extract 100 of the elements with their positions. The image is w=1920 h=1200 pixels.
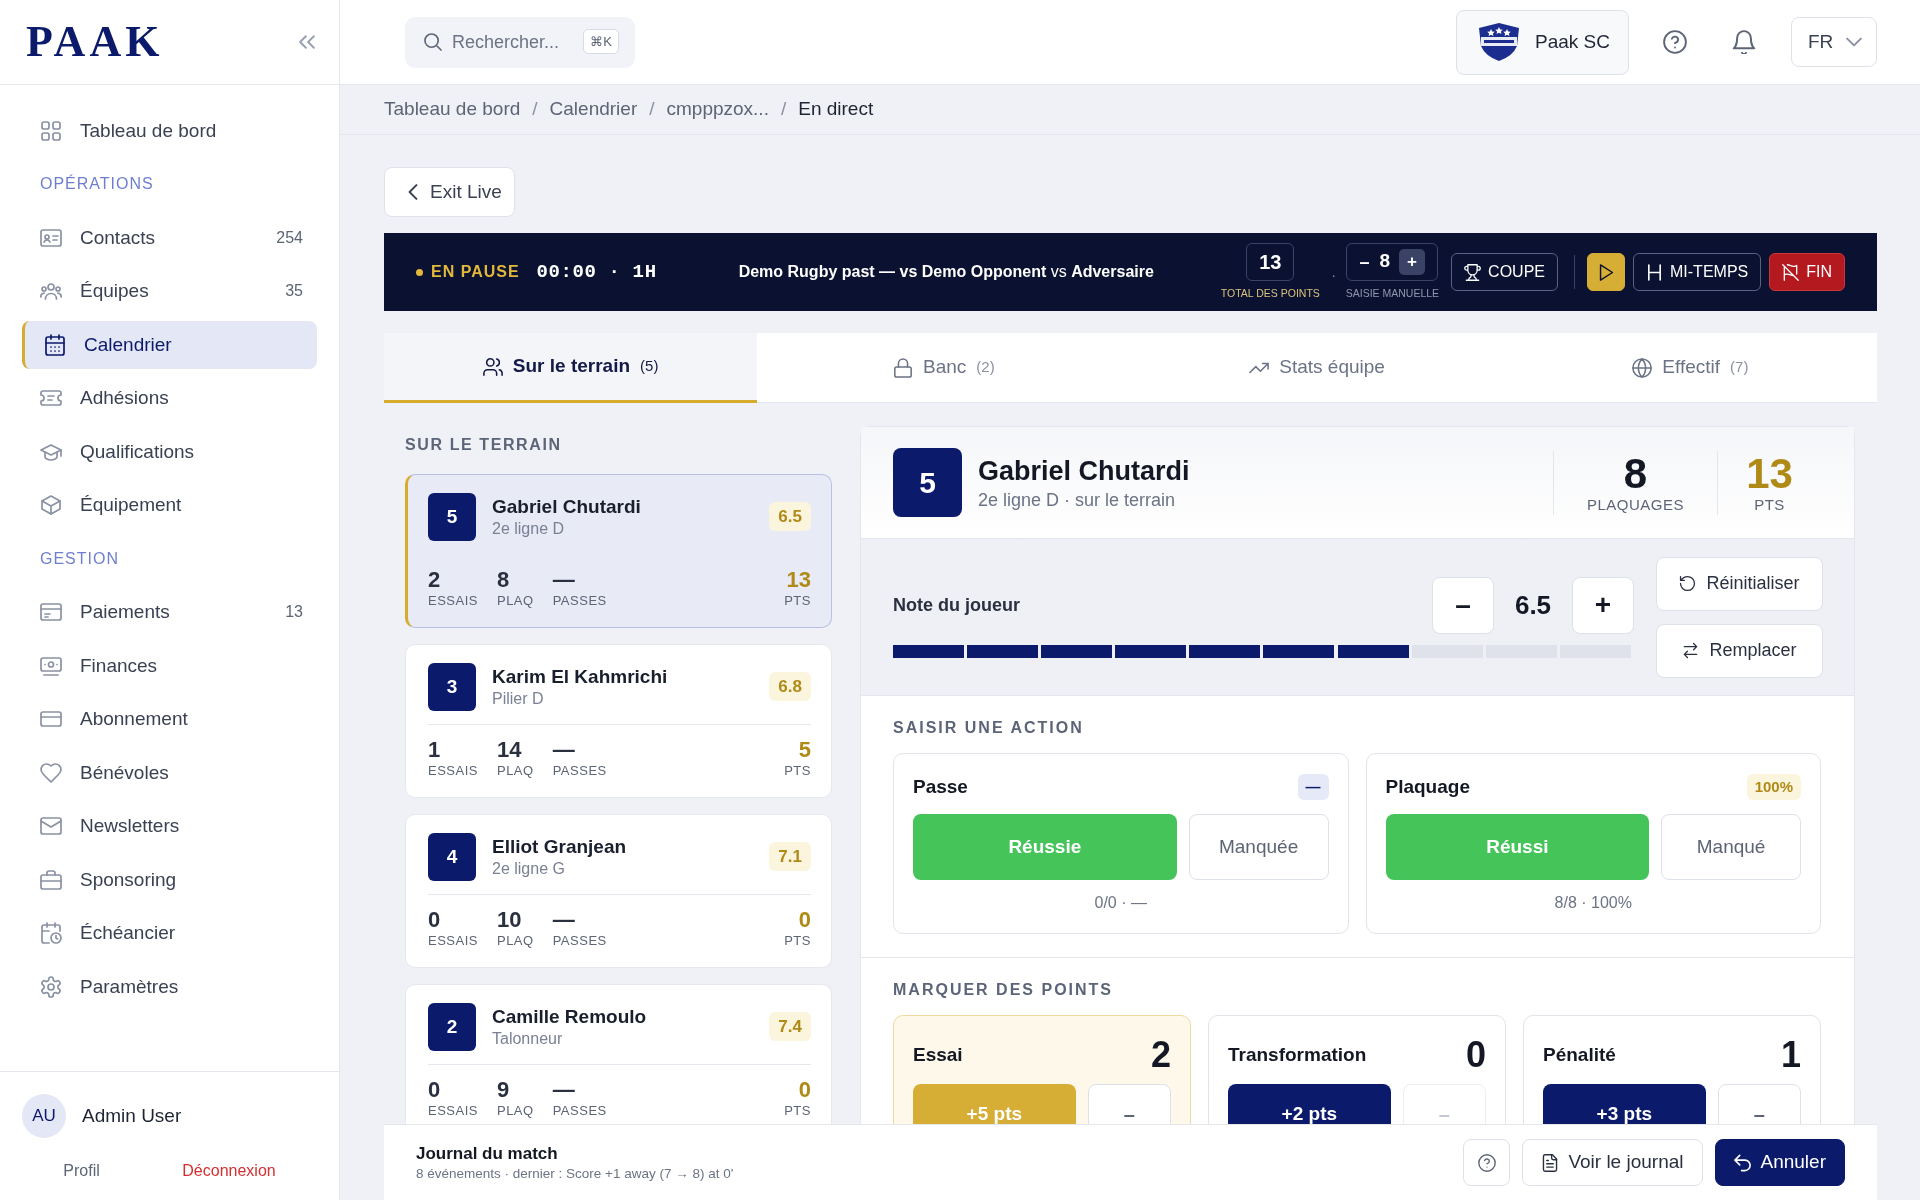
sidebar-item[interactable]: Paramètres bbox=[40, 972, 179, 1001]
double-chevron-icon[interactable] bbox=[299, 34, 315, 50]
separator-dot: . bbox=[1331, 262, 1336, 282]
breadcrumb-separator: / bbox=[649, 97, 655, 122]
stat-value: 2 bbox=[428, 567, 442, 593]
stat-value: — bbox=[552, 567, 576, 593]
sidebar-item[interactable]: Finances bbox=[40, 651, 158, 680]
remove-points-button[interactable]: – bbox=[1087, 1084, 1171, 1124]
rating-label: Note du joueur bbox=[893, 593, 1020, 617]
stat-label: PTS bbox=[784, 1103, 811, 1119]
sidebar-item[interactable]: Tableau de bord bbox=[40, 116, 217, 145]
help-button[interactable] bbox=[1463, 1139, 1511, 1186]
logout-link[interactable]: Déconnexion bbox=[182, 1162, 276, 1179]
swap-arrows-icon bbox=[1682, 642, 1700, 659]
stat-value: 13 bbox=[1745, 451, 1794, 496]
player-card[interactable]: 5 Gabriel Chutardi 2e ligne D 6.5 2 ESSAIS 8 PLAQ — PASSES 13 PTS bbox=[405, 474, 832, 628]
sidebar-item[interactable]: Calendrier bbox=[22, 320, 317, 369]
breadcrumb-link[interactable]: Tableau de bord bbox=[384, 95, 521, 124]
sidebar-item[interactable]: Échéancier bbox=[40, 919, 176, 948]
player-name: Gabriel Chutardi bbox=[492, 495, 642, 519]
tab[interactable]: Effectif (7) bbox=[1503, 333, 1877, 403]
language-select[interactable]: FR bbox=[1791, 17, 1877, 67]
sidebar-item[interactable]: Paiements bbox=[40, 598, 170, 627]
remove-points-button[interactable]: – bbox=[1717, 1084, 1801, 1124]
section-heading: MARQUER DES POINTS bbox=[893, 980, 1114, 1000]
player-position: 2e ligne G bbox=[492, 859, 566, 879]
tab[interactable]: Sur le terrain (5) bbox=[384, 333, 758, 403]
sidebar-item[interactable]: Équipement bbox=[40, 491, 182, 520]
stat-value: 10 bbox=[496, 907, 523, 933]
id-card-icon bbox=[40, 226, 62, 249]
journal-summary: 8 événements · dernier : Score +1 away (7 → 8) at 0' bbox=[416, 1164, 734, 1183]
decrement-button[interactable]: – bbox=[1432, 576, 1494, 634]
avatar[interactable]: AU bbox=[22, 1094, 66, 1138]
increment-button[interactable]: + bbox=[1399, 248, 1425, 275]
stat-value: 0 bbox=[428, 907, 442, 933]
profile-link[interactable]: Profil bbox=[63, 1162, 100, 1179]
shield-logo-icon bbox=[1477, 22, 1521, 62]
exit-live-button[interactable]: Exit Live bbox=[384, 167, 515, 217]
sidebar-item[interactable]: Équipes bbox=[40, 277, 149, 306]
miss-button[interactable]: Manquée bbox=[1188, 814, 1329, 880]
total-points-label: TOTAL DES POINTS bbox=[1220, 285, 1320, 301]
people-icon bbox=[40, 280, 62, 303]
breadcrumb-link[interactable]: Calendrier bbox=[549, 95, 638, 124]
stat-label: ESSAIS bbox=[428, 933, 478, 949]
score-count: 0 bbox=[1465, 1035, 1486, 1075]
envelope-icon bbox=[40, 815, 62, 838]
logo[interactable]: PAAK bbox=[26, 20, 164, 64]
player-position: 2e ligne D bbox=[492, 519, 566, 539]
cup-button[interactable]: COUPE bbox=[1451, 253, 1558, 291]
rate-badge: 100% bbox=[1746, 774, 1801, 800]
decrement-button[interactable]: – bbox=[1359, 252, 1370, 271]
breadcrumb-current: En direct bbox=[798, 97, 874, 122]
manual-score-field[interactable]: – 8 + bbox=[1346, 242, 1439, 281]
shortcut-key: ⌘K bbox=[583, 28, 619, 55]
sidebar-item[interactable]: Newsletters bbox=[40, 812, 180, 841]
bell-icon[interactable] bbox=[1732, 30, 1756, 54]
action-title: Plaquage bbox=[1385, 775, 1470, 799]
help-icon bbox=[1477, 1153, 1496, 1172]
sidebar-item[interactable]: Sponsoring bbox=[40, 865, 177, 894]
stat-label: ESSAIS bbox=[428, 763, 478, 779]
play-button[interactable] bbox=[1587, 253, 1625, 291]
stat-label: PLAQ bbox=[496, 593, 534, 609]
score-title: Pénalité bbox=[1543, 1043, 1616, 1067]
increment-button[interactable]: + bbox=[1572, 576, 1634, 634]
reset-button[interactable]: Réinitialiser bbox=[1656, 556, 1823, 611]
undo-button[interactable]: Annuler bbox=[1714, 1139, 1845, 1186]
play-icon bbox=[1597, 263, 1615, 281]
player-card[interactable]: 4 Elliot Granjean 2e ligne G 7.1 0 ESSAIS 10 PLAQ — PASSES 0 PTS bbox=[405, 814, 832, 968]
sidebar-item[interactable]: Qualifications bbox=[40, 437, 195, 466]
document-icon bbox=[1541, 1153, 1560, 1172]
add-points-button[interactable]: +3 pts bbox=[1543, 1084, 1706, 1124]
player-card[interactable]: 2 Camille Remoulo Talonneur 7.4 0 ESSAIS 9 PLAQ — PASSES 0 PTS bbox=[405, 984, 832, 1124]
score-count: 1 bbox=[1780, 1035, 1801, 1075]
half-time-button[interactable]: MI-TEMPS bbox=[1633, 253, 1762, 291]
player-subtitle: 2e ligne D · sur le terrain bbox=[978, 488, 1177, 512]
tab[interactable]: Banc (2) bbox=[757, 333, 1131, 403]
sidebar-item[interactable]: Bénévoles bbox=[40, 758, 169, 787]
miss-button[interactable]: Manqué bbox=[1661, 814, 1801, 880]
help-icon[interactable] bbox=[1663, 30, 1687, 54]
view-log-button[interactable]: Voir le journal bbox=[1522, 1139, 1703, 1186]
match-title: Demo Rugby past — vs Demo Opponent vs Adversaire bbox=[738, 262, 1154, 282]
score-title: Essai bbox=[913, 1043, 963, 1067]
tab[interactable]: Stats équipe bbox=[1130, 333, 1504, 403]
sidebar-item[interactable]: Adhésions bbox=[40, 384, 169, 413]
box-icon bbox=[40, 494, 62, 517]
stat-label: PASSES bbox=[552, 763, 607, 779]
jersey-number: 2 bbox=[428, 1003, 476, 1051]
add-points-button[interactable]: +2 pts bbox=[1228, 1084, 1391, 1124]
stat-label: PTS bbox=[1753, 495, 1786, 514]
sidebar-item[interactable]: Abonnement bbox=[40, 705, 188, 734]
replace-button[interactable]: Remplacer bbox=[1656, 623, 1823, 678]
club-button[interactable]: Paak SC bbox=[1456, 9, 1629, 75]
stat-label: PTS bbox=[784, 763, 811, 779]
globe-icon bbox=[1632, 357, 1653, 378]
match-status: EN PAUSE bbox=[431, 262, 520, 282]
sidebar-item[interactable]: Contacts bbox=[40, 223, 155, 252]
end-button[interactable]: FIN bbox=[1769, 253, 1845, 291]
player-card[interactable]: 3 Karim El Kahmrichi Pilier D 6.8 1 ESSAIS 14 PLAQ — PASSES 5 PTS bbox=[405, 644, 832, 798]
manual-score-value: 8 bbox=[1379, 249, 1390, 274]
breadcrumb-link[interactable]: cmpppzox... bbox=[666, 95, 769, 124]
